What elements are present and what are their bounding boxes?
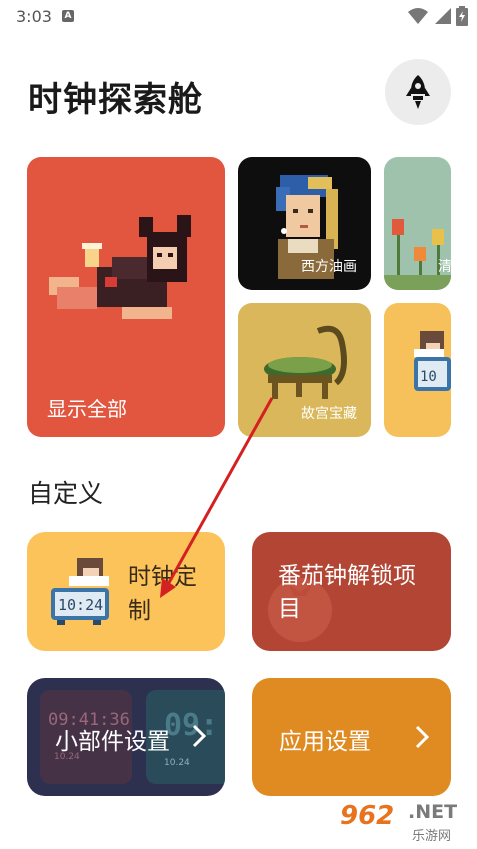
palace-treasure-card[interactable]: 故宫宝藏 <box>238 303 371 437</box>
watermark-subtitle: 乐游网 <box>412 829 452 844</box>
signal-icon <box>435 8 451 24</box>
pomodoro-unlock-label: 番茄钟解锁项目 <box>278 563 416 622</box>
clock-preview-illustration: 10:24 <box>51 558 109 625</box>
notification-icon: A <box>62 10 74 22</box>
widget-preview-date-2: 10.24 <box>164 758 190 768</box>
rocket-icon <box>406 75 430 109</box>
watermark-brand: 962 <box>340 801 395 831</box>
widget-settings-label: 小部件设置 <box>55 729 170 755</box>
oil-painting-card[interactable]: 西方油画 <box>238 157 371 290</box>
watermark-logo: 962 .NET 乐游网 <box>340 795 477 849</box>
tulip-card[interactable]: 清 <box>384 157 451 290</box>
clock-preview-digits: 10:24 <box>58 596 103 614</box>
palace-treasure-label: 故宫宝藏 <box>301 406 357 422</box>
oil-painting-label: 西方油画 <box>301 259 357 275</box>
clock-customize-label: 时钟定制 <box>128 564 197 624</box>
cat-clock-illustration: 10 <box>414 331 451 391</box>
watermark-domain: .NET <box>408 801 458 823</box>
custom-section-title: 自定义 <box>28 479 104 508</box>
battery-icon <box>456 6 468 26</box>
status-bar: 3:03 A <box>0 0 477 34</box>
wifi-icon <box>408 8 428 24</box>
pixel-cat-girl-illustration <box>49 215 191 319</box>
show-all-label: 显示全部 <box>47 397 127 421</box>
chevron-right-icon <box>192 724 206 748</box>
svg-text:10: 10 <box>420 369 437 385</box>
widget-settings-button[interactable]: 09:41:36 10.24 09: 10.24 小部件设置 <box>27 678 225 796</box>
status-time: 3:03 <box>16 7 52 26</box>
app-settings-label: 应用设置 <box>279 729 371 755</box>
tulip-label: 清 <box>438 259 451 275</box>
rocket-button[interactable] <box>385 59 451 125</box>
show-all-card[interactable]: 显示全部 <box>27 157 225 437</box>
app-settings-button[interactable]: 应用设置 <box>252 678 451 796</box>
clock-customize-button[interactable]: 10:24 时钟定制 <box>27 532 225 651</box>
clock-theme-card[interactable]: 10 <box>384 303 451 437</box>
pomodoro-unlock-button[interactable]: 番茄钟解锁项目 <box>252 532 451 651</box>
chevron-right-icon <box>415 725 429 749</box>
page-title: 时钟探索舱 <box>28 80 203 120</box>
